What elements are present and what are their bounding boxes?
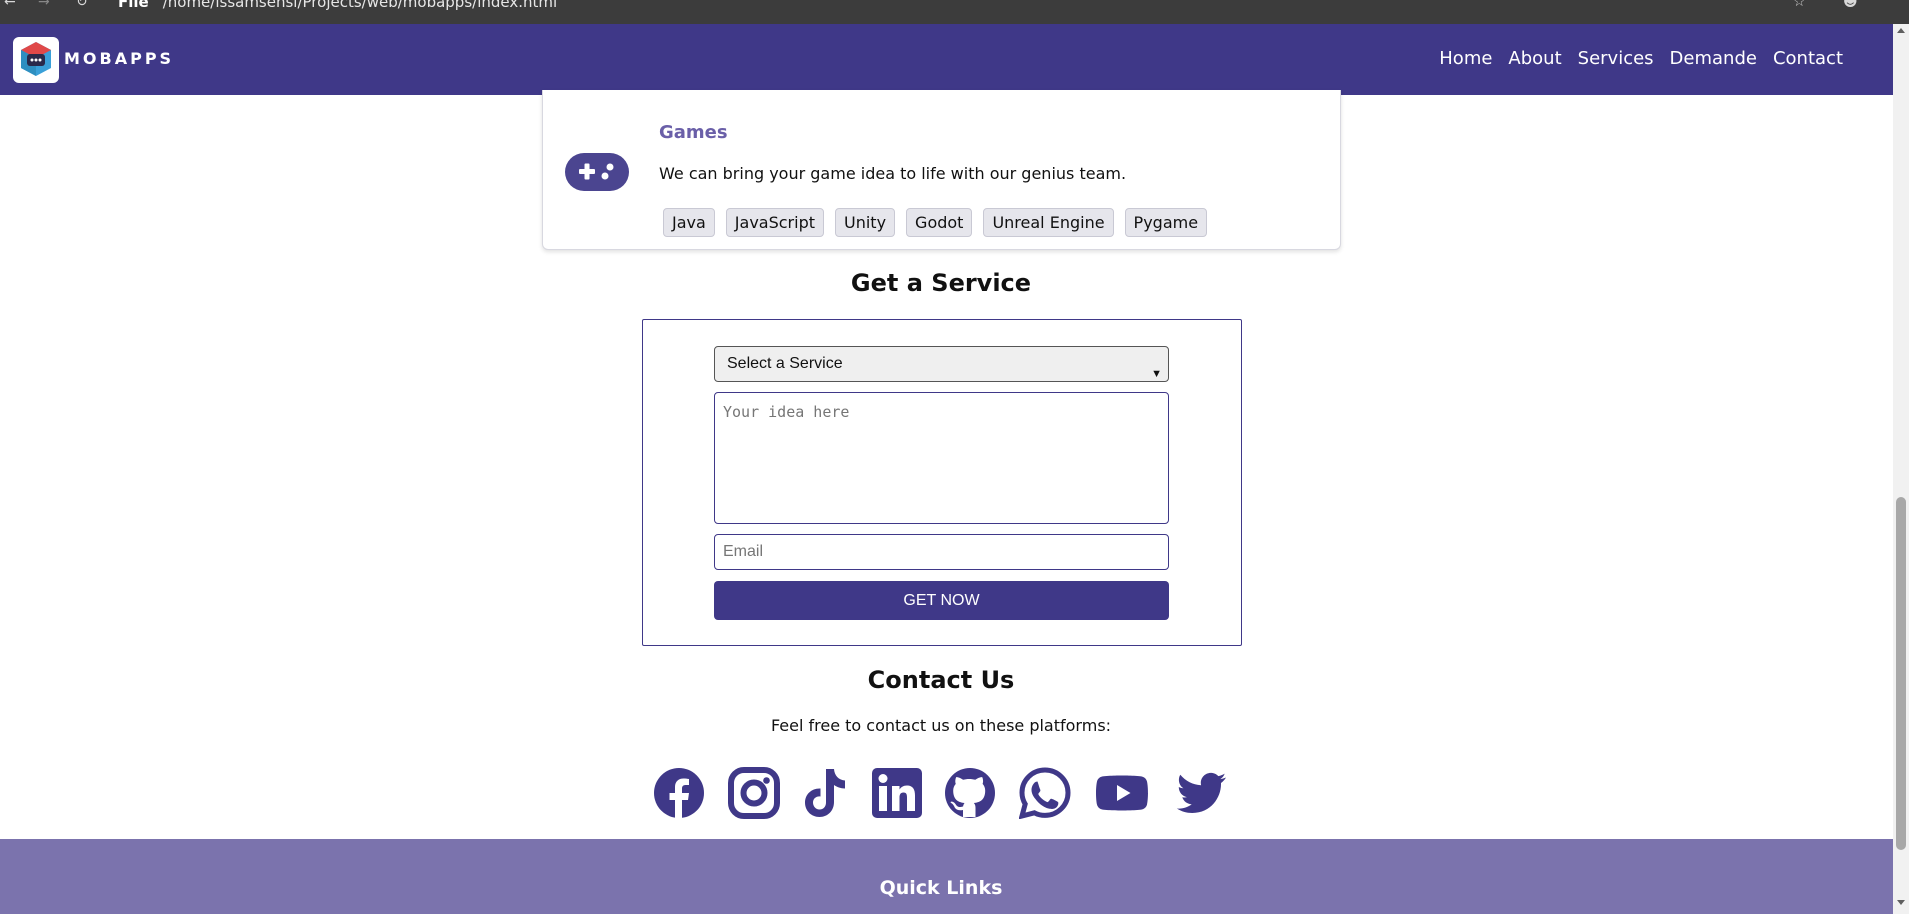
service-select[interactable]: Select a Service ▼ [714, 346, 1169, 382]
gamepad-icon [565, 153, 629, 191]
nav-link-services[interactable]: Services [1578, 48, 1654, 69]
idea-textarea[interactable]: Your idea here [714, 392, 1169, 524]
youtube-icon[interactable] [1094, 767, 1150, 819]
tag-unreal-engine: Unreal Engine [983, 208, 1114, 237]
nav-link-demande[interactable]: Demande [1670, 48, 1757, 69]
get-now-button[interactable]: GET NOW [714, 581, 1169, 620]
tag-unity: Unity [835, 208, 896, 237]
email-field[interactable]: Email [714, 534, 1169, 570]
service-select-value: Select a Service [727, 355, 843, 372]
whatsapp-icon[interactable] [1018, 767, 1071, 820]
contact-text: Feel free to contact us on these platfor… [770, 716, 1112, 735]
forward-icon[interactable]: → [38, 0, 50, 14]
tiktok-icon[interactable] [799, 767, 851, 819]
chevron-down-icon: ▼ [1151, 368, 1162, 380]
scroll-down-icon[interactable] [1897, 900, 1905, 905]
file-label: File [118, 0, 149, 11]
logo-text: MOBAPPS [64, 49, 175, 68]
profile-icon[interactable]: ☻ [1843, 0, 1858, 14]
page: ← → ↻ File/home/issamsensi/Projects/web/… [0, 0, 1909, 914]
address-bar[interactable]: File/home/issamsensi/Projects/web/mobapp… [118, 0, 557, 11]
tag-java: Java [663, 208, 715, 237]
footer: Quick Links [0, 839, 1893, 914]
nav-link-about[interactable]: About [1508, 48, 1561, 69]
tag-javascript: JavaScript [725, 208, 824, 237]
twitter-icon[interactable] [1176, 767, 1228, 819]
tech-tags: Java JavaScript Unity Godot Unreal Engin… [663, 208, 1208, 237]
linkedin-icon[interactable] [871, 767, 923, 819]
instagram-icon[interactable] [728, 767, 780, 819]
navbar: MOBAPPS Home About Services Demande Cont… [0, 24, 1893, 95]
browser-toolbar: ← → ↻ File/home/issamsensi/Projects/web/… [0, 0, 1909, 24]
facebook-icon[interactable] [653, 767, 705, 819]
card-description: We can bring your game idea to life with… [659, 164, 1127, 183]
nav-link-home[interactable]: Home [1439, 48, 1492, 69]
github-icon[interactable] [944, 767, 996, 819]
contact-section-title: Contact Us [867, 666, 1015, 694]
social-links [0, 767, 1909, 820]
nav-link-contact[interactable]: Contact [1773, 48, 1843, 69]
tag-godot: Godot [906, 208, 973, 237]
service-section-title: Get a Service [850, 269, 1032, 297]
url-text: /home/issamsensi/Projects/web/mobapps/in… [162, 0, 558, 11]
footer-quick-links-title: Quick Links [879, 877, 1003, 899]
tag-pygame: Pygame [1124, 208, 1208, 237]
bookmark-star-icon[interactable]: ☆ [1793, 0, 1806, 14]
scroll-up-icon[interactable] [1897, 28, 1905, 33]
email-placeholder: Email [723, 543, 764, 560]
card-title: Games [659, 122, 728, 143]
reload-icon[interactable]: ↻ [76, 0, 88, 14]
nav-links: Home About Services Demande Contact [1439, 48, 1843, 69]
idea-placeholder: Your idea here [723, 403, 850, 421]
back-icon[interactable]: ← [4, 0, 16, 14]
service-card-games: Games We can bring your game idea to lif… [542, 90, 1341, 250]
logo-icon[interactable] [13, 37, 59, 83]
